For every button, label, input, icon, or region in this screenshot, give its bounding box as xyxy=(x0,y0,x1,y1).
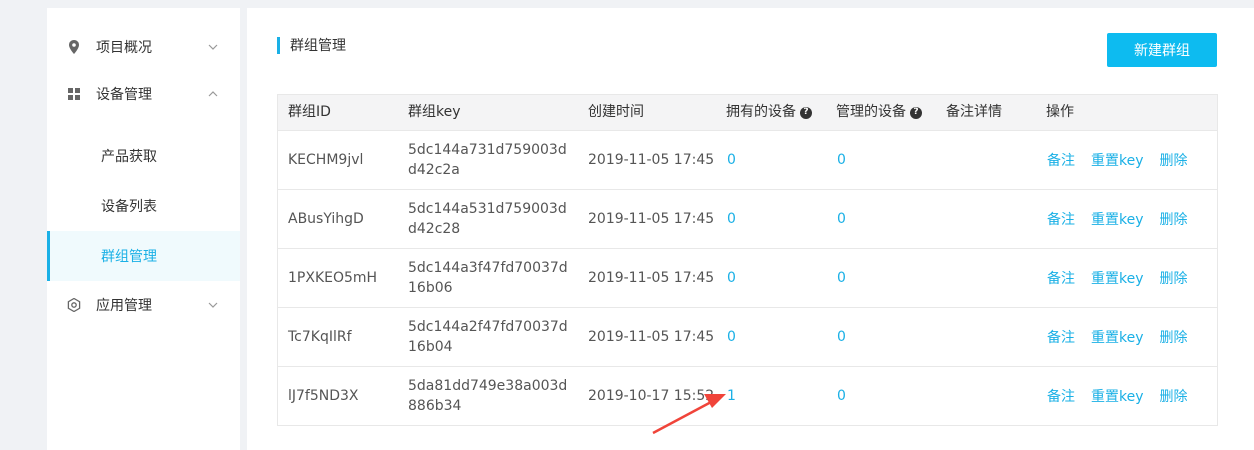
table-row: 1PXKEO5mH 5dc144a3f47fd70037d16b06 2019-… xyxy=(278,249,1217,308)
managed-devices-link[interactable]: 0 xyxy=(837,131,846,189)
sidebar: 项目概况 设备管理 产品获取 设备列表 群组管理 应用管理 xyxy=(47,8,240,450)
owned-devices-link[interactable]: 0 xyxy=(727,131,736,189)
managed-devices-link[interactable]: 0 xyxy=(837,308,846,366)
sidebar-subitem-device-list[interactable]: 设备列表 xyxy=(47,181,240,231)
sidebar-item-label: 应用管理 xyxy=(96,298,152,314)
cell-group-id: 1PXKEO5mH xyxy=(288,270,378,286)
table-row: ABusYihgD 5dc144a531d759003dd42c28 2019-… xyxy=(278,190,1217,249)
reset-key-link[interactable]: 重置key xyxy=(1091,209,1144,229)
table-row: Tc7KqIlRf 5dc144a2f47fd70037d16b04 2019-… xyxy=(278,308,1217,367)
help-icon[interactable]: ? xyxy=(910,106,922,119)
cell-group-key: 5dc144a731d759003dd42c2a xyxy=(408,142,567,178)
owned-devices-link[interactable]: 0 xyxy=(727,190,736,248)
row-actions: 备注 重置key 删除 xyxy=(1047,190,1188,248)
delete-link[interactable]: 删除 xyxy=(1160,209,1188,229)
delete-link[interactable]: 删除 xyxy=(1160,386,1188,406)
owned-devices-link[interactable]: 0 xyxy=(727,308,736,366)
delete-link[interactable]: 删除 xyxy=(1160,150,1188,170)
note-link[interactable]: 备注 xyxy=(1047,386,1075,406)
note-link[interactable]: 备注 xyxy=(1047,209,1075,229)
managed-devices-link[interactable]: 0 xyxy=(837,190,846,248)
reset-key-link[interactable]: 重置key xyxy=(1091,150,1144,170)
sidebar-item-label: 设备管理 xyxy=(96,87,152,103)
reset-key-link[interactable]: 重置key xyxy=(1091,327,1144,347)
table-header: 群组ID 群组key 创建时间 拥有的设备? 管理的设备? 备注详情 操作 xyxy=(278,95,1217,131)
sidebar-item-label: 项目概况 xyxy=(96,40,152,56)
cell-created-time: 2019-11-05 17:45 xyxy=(588,270,715,286)
cell-created-time: 2019-11-05 17:45 xyxy=(588,152,715,168)
reset-key-link[interactable]: 重置key xyxy=(1091,268,1144,288)
row-actions: 备注 重置key 删除 xyxy=(1047,308,1188,366)
sidebar-subitem-group-management[interactable]: 群组管理 xyxy=(47,231,240,281)
chevron-down-icon xyxy=(207,299,219,311)
header-actions: 操作 xyxy=(1046,104,1074,120)
table-row: KECHM9jvl 5dc144a731d759003dd42c2a 2019-… xyxy=(278,131,1217,190)
header-managed-devices: 管理的设备? xyxy=(836,95,922,130)
row-actions: 备注 重置key 删除 xyxy=(1047,367,1188,425)
gear-icon xyxy=(67,298,81,312)
owned-devices-link[interactable]: 1 xyxy=(727,367,736,425)
cell-group-key: 5dc144a3f47fd70037d16b06 xyxy=(408,260,568,296)
cell-group-id: ABusYihgD xyxy=(288,211,364,227)
header-group-key: 群组key xyxy=(408,104,461,120)
group-table: 群组ID 群组key 创建时间 拥有的设备? 管理的设备? 备注详情 操作 KE… xyxy=(277,94,1218,426)
sidebar-item-project-overview[interactable]: 项目概况 xyxy=(47,24,240,70)
sidebar-subitem-label: 产品获取 xyxy=(101,149,157,165)
cell-group-key: 5dc144a2f47fd70037d16b04 xyxy=(408,319,568,355)
grid-icon xyxy=(67,87,81,101)
cell-created-time: 2019-10-17 15:52 xyxy=(588,388,715,404)
managed-devices-link[interactable]: 0 xyxy=(837,249,846,307)
header-note-details: 备注详情 xyxy=(946,104,1002,120)
page-title: 群组管理 xyxy=(290,38,346,54)
cell-group-key: 5da81dd749e38a003d886b34 xyxy=(408,378,568,414)
row-actions: 备注 重置key 删除 xyxy=(1047,249,1188,307)
managed-devices-link[interactable]: 0 xyxy=(837,367,846,425)
new-group-button[interactable]: 新建群组 xyxy=(1107,33,1217,67)
cell-group-id: KECHM9jvl xyxy=(288,152,364,168)
cell-created-time: 2019-11-05 17:45 xyxy=(588,211,715,227)
note-link[interactable]: 备注 xyxy=(1047,150,1075,170)
header-created-time: 创建时间 xyxy=(588,104,644,120)
sidebar-subitem-product-fetch[interactable]: 产品获取 xyxy=(47,131,240,181)
reset-key-link[interactable]: 重置key xyxy=(1091,386,1144,406)
cell-group-id: lJ7f5ND3X xyxy=(288,388,359,404)
cell-created-time: 2019-11-05 17:45 xyxy=(588,329,715,345)
delete-link[interactable]: 删除 xyxy=(1160,327,1188,347)
sidebar-subitem-label: 群组管理 xyxy=(101,249,157,265)
sidebar-item-device-management[interactable]: 设备管理 xyxy=(47,71,240,117)
table-row: lJ7f5ND3X 5da81dd749e38a003d886b34 2019-… xyxy=(278,367,1217,426)
chevron-up-icon xyxy=(207,88,219,100)
note-link[interactable]: 备注 xyxy=(1047,327,1075,347)
header-owned-devices: 拥有的设备? xyxy=(726,95,812,130)
help-icon[interactable]: ? xyxy=(800,106,812,119)
header-group-id: 群组ID xyxy=(288,104,331,120)
sidebar-subitem-label: 设备列表 xyxy=(101,199,157,215)
sidebar-item-app-management[interactable]: 应用管理 xyxy=(47,282,240,328)
row-actions: 备注 重置key 删除 xyxy=(1047,131,1188,189)
cell-group-key: 5dc144a531d759003dd42c28 xyxy=(408,201,567,237)
note-link[interactable]: 备注 xyxy=(1047,268,1075,288)
title-accent-bar xyxy=(277,37,280,54)
location-pin-icon xyxy=(67,40,81,54)
chevron-down-icon xyxy=(207,41,219,53)
owned-devices-link[interactable]: 0 xyxy=(727,249,736,307)
cell-group-id: Tc7KqIlRf xyxy=(288,329,352,345)
main-panel: 群组管理 新建群组 群组ID 群组key 创建时间 拥有的设备? 管理的设备? … xyxy=(247,8,1254,450)
delete-link[interactable]: 删除 xyxy=(1160,268,1188,288)
